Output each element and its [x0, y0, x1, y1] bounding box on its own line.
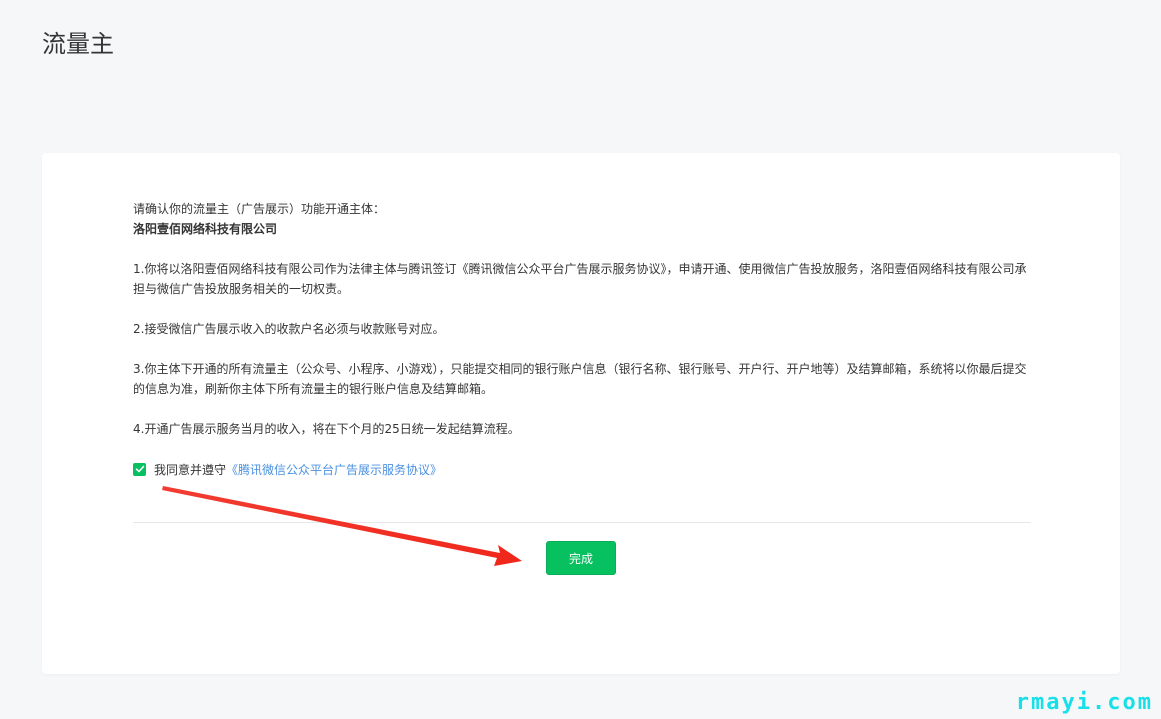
company-name: 洛阳壹佰网络科技有限公司	[133, 222, 278, 236]
agree-row: 我同意并遵守 《腾讯微信公众平台广告展示服务协议》	[133, 459, 442, 479]
clause-1: 1.你将以洛阳壹佰网络科技有限公司作为法律主体与腾讯签订《腾讯微信公众平台广告展…	[133, 262, 1027, 296]
watermark: rmayi.com	[1015, 690, 1153, 715]
clause-4: 4.开通广告展示服务当月的收入，将在下个月的25日统一发起结算流程。	[133, 422, 520, 436]
agreement-card: 请确认你的流量主（广告展示）功能开通主体： 洛阳壹佰网络科技有限公司 1.你将以…	[42, 153, 1120, 674]
page-title: 流量主	[42, 30, 114, 58]
done-button[interactable]: 完成	[546, 541, 616, 575]
agree-checkbox[interactable]	[133, 462, 146, 476]
clause-3: 3.你主体下开通的所有流量主（公众号、小程序、小游戏），只能提交相同的银行账户信…	[133, 362, 1027, 396]
page: 流量主 请确认你的流量主（广告展示）功能开通主体： 洛阳壹佰网络科技有限公司 1…	[0, 0, 1161, 719]
agreement-content: 请确认你的流量主（广告展示）功能开通主体： 洛阳壹佰网络科技有限公司 1.你将以…	[133, 199, 1033, 439]
agreement-intro: 请确认你的流量主（广告展示）功能开通主体：	[133, 202, 386, 216]
agree-label: 我同意并遵守	[154, 462, 227, 477]
clause-2: 2.接受微信广告展示收入的收款户名必须与收款账号对应。	[133, 322, 445, 336]
check-icon	[135, 465, 144, 473]
divider	[133, 522, 1031, 523]
agreement-link[interactable]: 《腾讯微信公众平台广告展示服务协议》	[226, 461, 442, 478]
